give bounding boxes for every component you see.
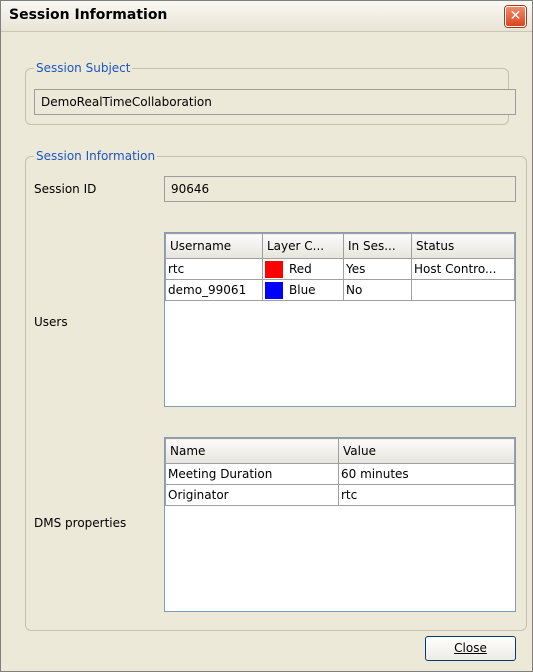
column-header-in-session[interactable]: In Ses... xyxy=(343,233,412,259)
color-swatch-red xyxy=(265,260,283,278)
users-label: Users xyxy=(34,315,68,329)
layer-color-text: Blue xyxy=(289,282,316,297)
in-session-cell: Yes xyxy=(343,258,412,280)
column-header-status[interactable]: Status xyxy=(411,233,515,259)
close-button[interactable]: Close xyxy=(425,636,516,661)
close-button-label: Close xyxy=(454,641,487,655)
status-cell xyxy=(411,279,515,301)
property-name-cell: Originator xyxy=(165,484,339,506)
dms-properties-label: DMS properties xyxy=(34,516,127,530)
dms-properties-table[interactable]: Name Value Meeting Duration 60 minutes O… xyxy=(164,437,516,612)
layer-color-cell: Blue xyxy=(262,279,344,301)
column-header-name[interactable]: Name xyxy=(165,438,339,464)
dialog-title: Session Information xyxy=(9,7,168,23)
property-value-cell: 60 minutes xyxy=(338,463,515,485)
table-row[interactable]: rtc Red Yes Host Contro... xyxy=(165,258,515,280)
session-information-dialog: Session Information ✕ Session Subject De… xyxy=(0,0,533,672)
color-swatch-blue xyxy=(265,281,283,299)
in-session-cell: No xyxy=(343,279,412,301)
close-icon[interactable]: ✕ xyxy=(505,6,526,27)
table-row[interactable]: Meeting Duration 60 minutes xyxy=(165,463,515,485)
column-header-value[interactable]: Value xyxy=(338,438,515,464)
title-bar[interactable]: Session Information ✕ xyxy=(1,1,532,32)
status-cell: Host Contro... xyxy=(411,258,515,280)
column-header-username[interactable]: Username xyxy=(165,233,263,259)
session-id-field[interactable]: 90646 xyxy=(164,176,516,202)
layer-color-cell: Red xyxy=(262,258,344,280)
users-table[interactable]: Username Layer C... In Ses... Status rtc… xyxy=(164,232,516,407)
property-value-cell: rtc xyxy=(338,484,515,506)
column-header-layer-color[interactable]: Layer C... xyxy=(262,233,344,259)
username-cell: rtc xyxy=(165,258,263,280)
layer-color-text: Red xyxy=(289,261,312,276)
username-cell: demo_99061 xyxy=(165,279,263,301)
table-row[interactable]: demo_99061 Blue No xyxy=(165,279,515,301)
table-row[interactable]: Originator rtc xyxy=(165,484,515,506)
session-information-legend: Session Information xyxy=(36,149,156,163)
session-subject-legend: Session Subject xyxy=(36,61,131,75)
dms-table-header: Name Value xyxy=(165,438,515,464)
property-name-cell: Meeting Duration xyxy=(165,463,339,485)
session-subject-field[interactable]: DemoRealTimeCollaboration xyxy=(34,89,516,115)
session-id-label: Session ID xyxy=(34,182,97,196)
users-table-header: Username Layer C... In Ses... Status xyxy=(165,233,515,259)
